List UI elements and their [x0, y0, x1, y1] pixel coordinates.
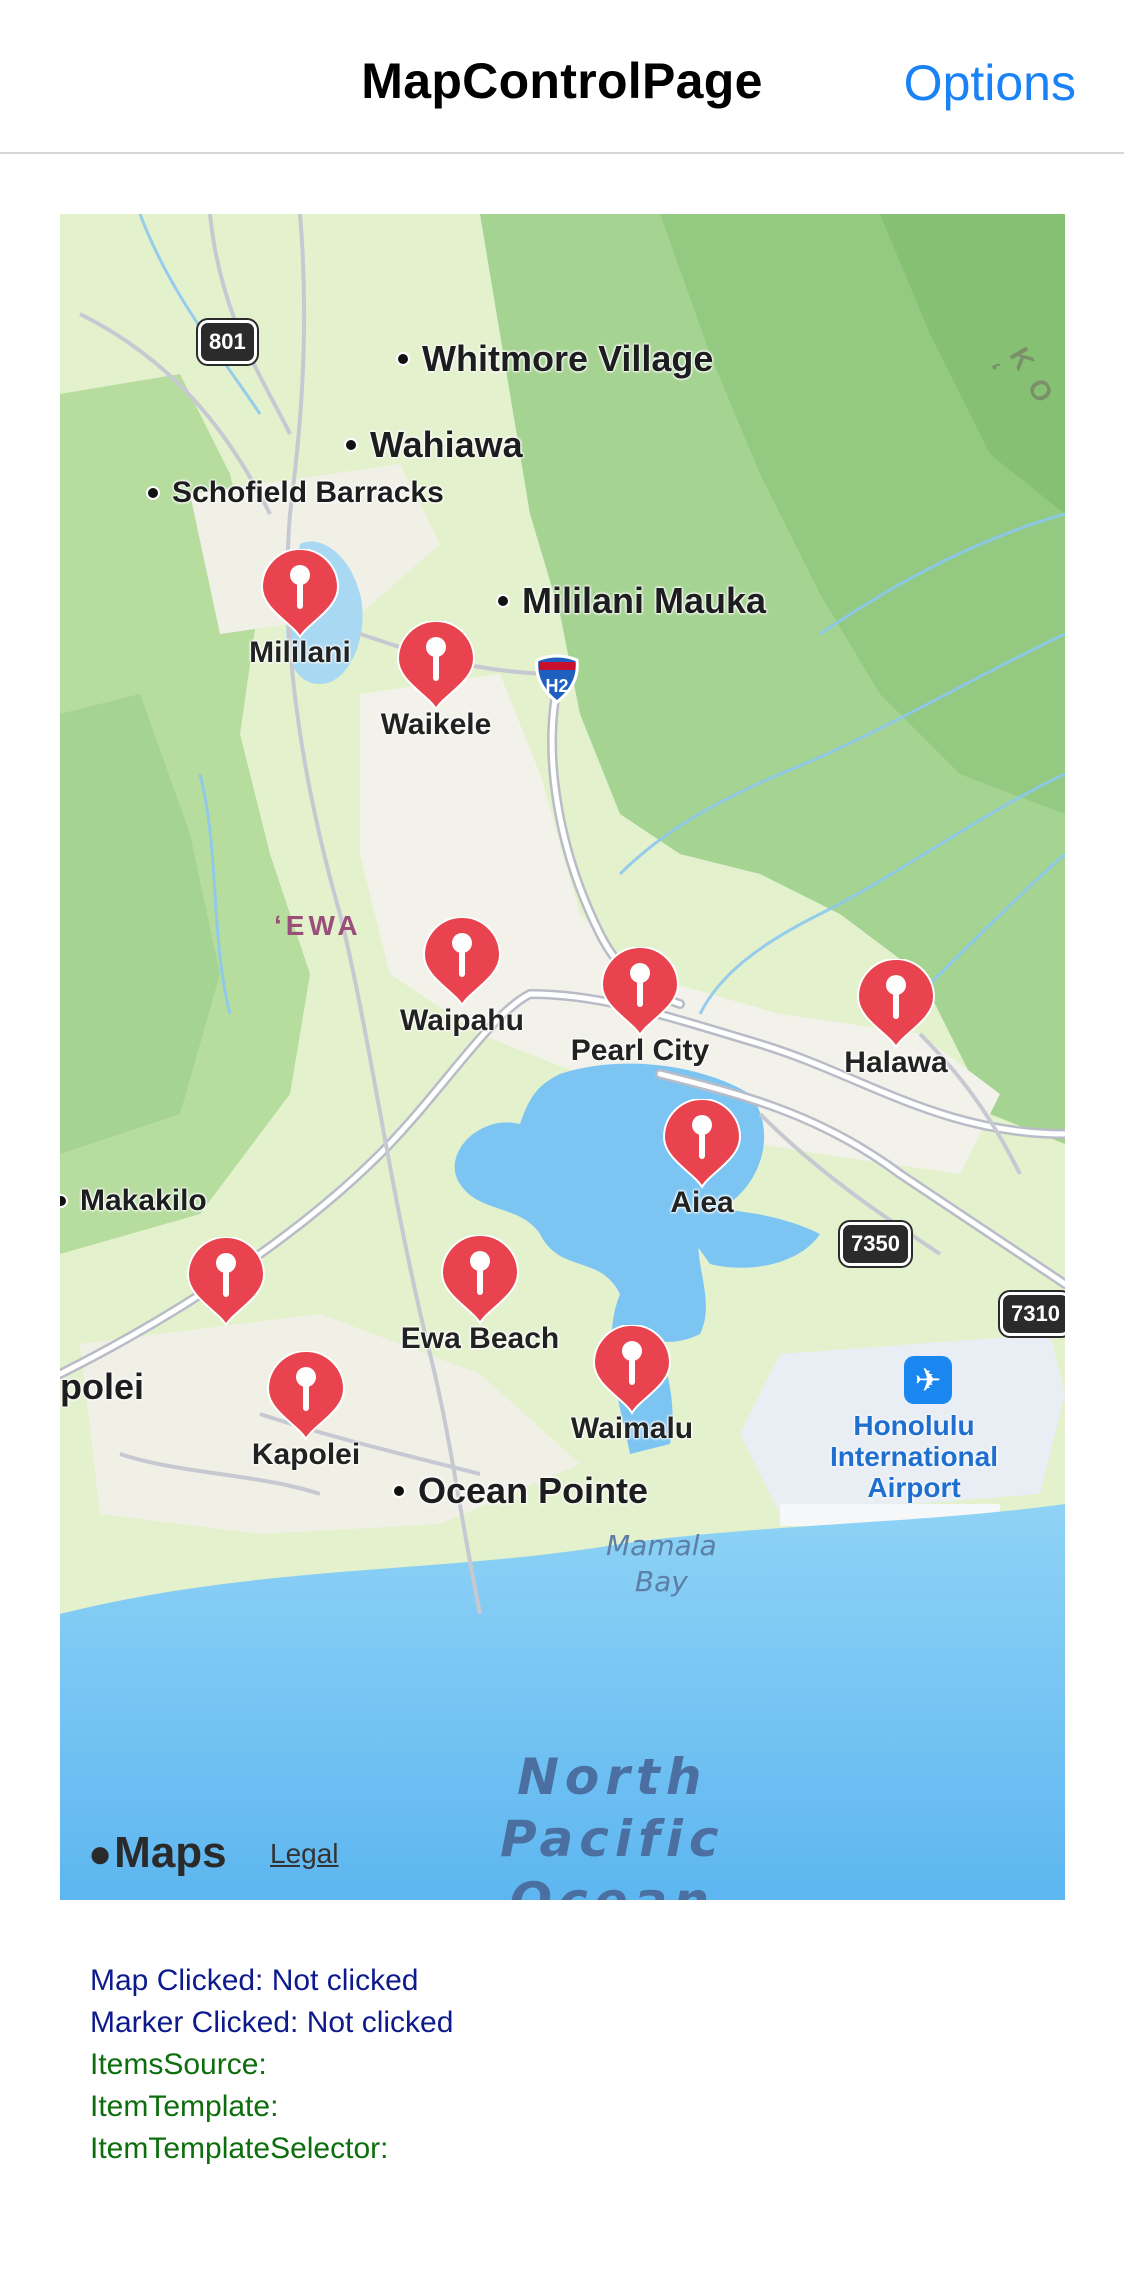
map-marker[interactable]: [394, 621, 478, 711]
maps-wordmark: Maps: [114, 1828, 227, 1877]
map-marker-label: Waimalu: [570, 1412, 694, 1445]
place-label-ocean-pointe: Ocean Pointe: [393, 1470, 649, 1511]
water-label-mamala-bay: Mamala Bay: [606, 1529, 717, 1598]
map-pin-icon: [422, 917, 502, 1007]
route-shield-801: 801: [198, 320, 257, 364]
place-label-kapolei-city: polei: [60, 1366, 145, 1407]
route-shield-7310: 7310: [1000, 1292, 1065, 1336]
map-pin-icon: [266, 1351, 346, 1441]
place-label-wahiawa: Wahiawa: [346, 424, 523, 465]
map-marker[interactable]: [660, 1099, 744, 1189]
items-source-label: ItemsSource:: [90, 2048, 267, 2081]
item-template-selector-label: ItemTemplateSelector:: [90, 2132, 389, 2165]
map-pin-icon: [396, 621, 476, 711]
airport-label: Honolulu International Airport: [830, 1410, 999, 1503]
map-pin-icon: [260, 549, 340, 639]
map-marker[interactable]: [590, 1325, 674, 1415]
map-marker[interactable]: [598, 947, 682, 1037]
water-label-north-pacific: North Pacific Ocean: [500, 1748, 725, 1900]
map-view[interactable]: Whitmore Village Wahiawa Schofield Barra…: [60, 214, 1065, 1900]
map-pin-icon: [186, 1237, 266, 1327]
place-label-mililani-mauka: Mililani Mauka: [497, 580, 767, 621]
place-label-schofield: Schofield Barracks: [148, 476, 444, 509]
map-marker-label: Ewa Beach: [400, 1322, 560, 1355]
map-marker[interactable]: [854, 959, 938, 1049]
map-marker-label: Pearl City: [570, 1034, 710, 1067]
apple-maps-logo: ●Maps: [88, 1828, 227, 1878]
navigation-bar: MapControlPage Options: [0, 0, 1124, 154]
map-clicked-status: Map Clicked: Not clicked: [90, 1964, 419, 1997]
map-pin-icon: [856, 959, 936, 1049]
route-shield-7350: 7350: [840, 1222, 911, 1266]
map-marker[interactable]: [438, 1235, 522, 1325]
item-template-label: ItemTemplate:: [90, 2090, 279, 2123]
interstate-shield-icon: H2: [535, 654, 579, 704]
map-marker[interactable]: [258, 549, 342, 639]
map-marker-label: Kapolei: [251, 1438, 361, 1471]
map-pin-icon: [592, 1325, 672, 1415]
map-marker-label: Halawa: [844, 1046, 948, 1079]
map-pin-icon: [600, 947, 680, 1037]
map-marker-label: Mililani: [249, 636, 351, 669]
map-marker[interactable]: [420, 917, 504, 1007]
status-panel: Map Clicked: Not clicked Marker Clicked:…: [90, 1960, 453, 2170]
map-marker-label: Aiea: [670, 1186, 734, 1219]
apple-logo-icon: ●: [88, 1832, 113, 1876]
map-marker-label: Waipahu: [400, 1004, 524, 1037]
map-marker-label: Waikele: [380, 708, 492, 741]
region-label-ewa: ʻEWA: [274, 910, 362, 941]
map-pin-icon: [662, 1099, 742, 1189]
legal-link[interactable]: Legal: [270, 1838, 339, 1870]
place-label-whitmore: Whitmore Village: [397, 338, 714, 379]
place-label-makakilo: Makakilo: [60, 1184, 207, 1217]
interstate-shield-label: H2: [545, 676, 568, 696]
marker-clicked-status: Marker Clicked: Not clicked: [90, 2006, 454, 2039]
airport-icon: ✈: [904, 1356, 952, 1404]
map-marker[interactable]: [184, 1237, 268, 1327]
map-marker[interactable]: [264, 1351, 348, 1441]
options-button[interactable]: Options: [904, 54, 1076, 112]
map-pin-icon: [440, 1235, 520, 1325]
